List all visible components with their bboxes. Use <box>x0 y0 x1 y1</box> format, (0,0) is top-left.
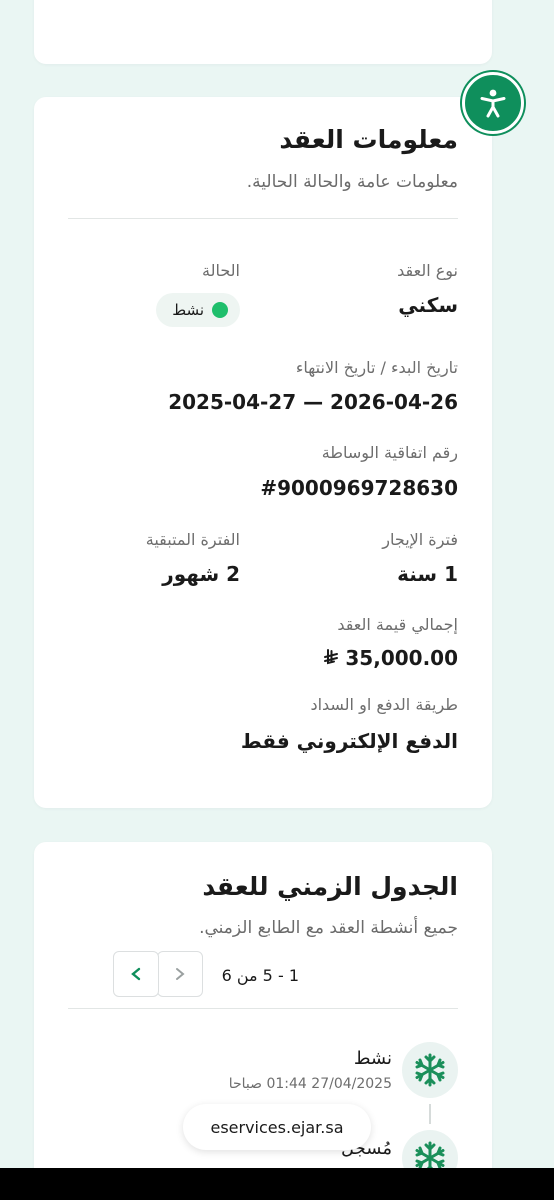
brokerage-label: رقم اتفاقية الوساطة <box>321 443 458 462</box>
remaining-period-value: 2 شهور <box>162 562 240 586</box>
status-value: نشط <box>172 301 204 319</box>
status-label: الحالة <box>202 261 240 280</box>
contract-type-label: نوع العقد <box>397 261 458 280</box>
brokerage-value: #9000969728630 <box>260 476 458 500</box>
contract-type-value: سكني <box>398 293 458 317</box>
dates-value: 2025-04-27 — 2026-04-26 <box>168 390 458 414</box>
chevron-right-icon <box>176 968 185 980</box>
previous-page-button[interactable] <box>157 951 203 997</box>
timeline-item-date: 27/04/2025 01:44 صباحا <box>228 1076 392 1092</box>
contract-info-subtitle: معلومات عامة والحالة الحالية. <box>246 172 458 192</box>
bottom-bar <box>0 1168 554 1200</box>
remaining-period-label: الفترة المتبقية <box>145 530 240 549</box>
total-value-label: إجمالي قيمة العقد <box>337 615 458 634</box>
accessibility-button[interactable] <box>462 72 524 134</box>
lease-period-label: فترة الإيجار <box>382 530 458 549</box>
previous-card <box>34 0 492 64</box>
divider <box>68 218 458 219</box>
dates-label: تاريخ البدء / تاريخ الانتهاء <box>295 358 458 377</box>
timeline-item-title: نشط <box>353 1048 392 1069</box>
timeline-subtitle: جميع أنشطة العقد مع الطابع الزمني. <box>199 918 458 938</box>
contract-info-title: معلومات العقد <box>279 125 458 154</box>
url-text: eservices.ejar.sa <box>210 1117 344 1137</box>
timeline-connector <box>429 1104 431 1124</box>
status-badge: نشط <box>156 293 240 327</box>
pagination-range: 1 - 5 من 6 <box>221 966 299 985</box>
divider <box>68 1008 458 1009</box>
payment-method-value: الدفع الإلكتروني فقط <box>240 729 458 753</box>
status-dot-icon <box>212 302 228 318</box>
total-value-amount: 35,000.00 <box>345 646 458 670</box>
next-page-button[interactable] <box>113 951 159 997</box>
snowflake-icon <box>415 1053 445 1087</box>
browser-url-bar[interactable]: eservices.ejar.sa <box>183 1104 371 1150</box>
riyal-icon <box>324 649 339 665</box>
timeline-item-icon <box>402 1042 458 1098</box>
payment-method-label: طريقة الدفع او السداد <box>310 695 458 714</box>
lease-period-value: 1 سنة <box>397 562 458 586</box>
accessibility-icon <box>480 89 506 118</box>
contract-info-card: معلومات العقد معلومات عامة والحالة الحال… <box>34 97 492 808</box>
timeline-title: الجدول الزمني للعقد <box>202 872 458 901</box>
total-value: 35,000.00 <box>323 646 458 670</box>
chevron-left-icon <box>131 967 141 981</box>
